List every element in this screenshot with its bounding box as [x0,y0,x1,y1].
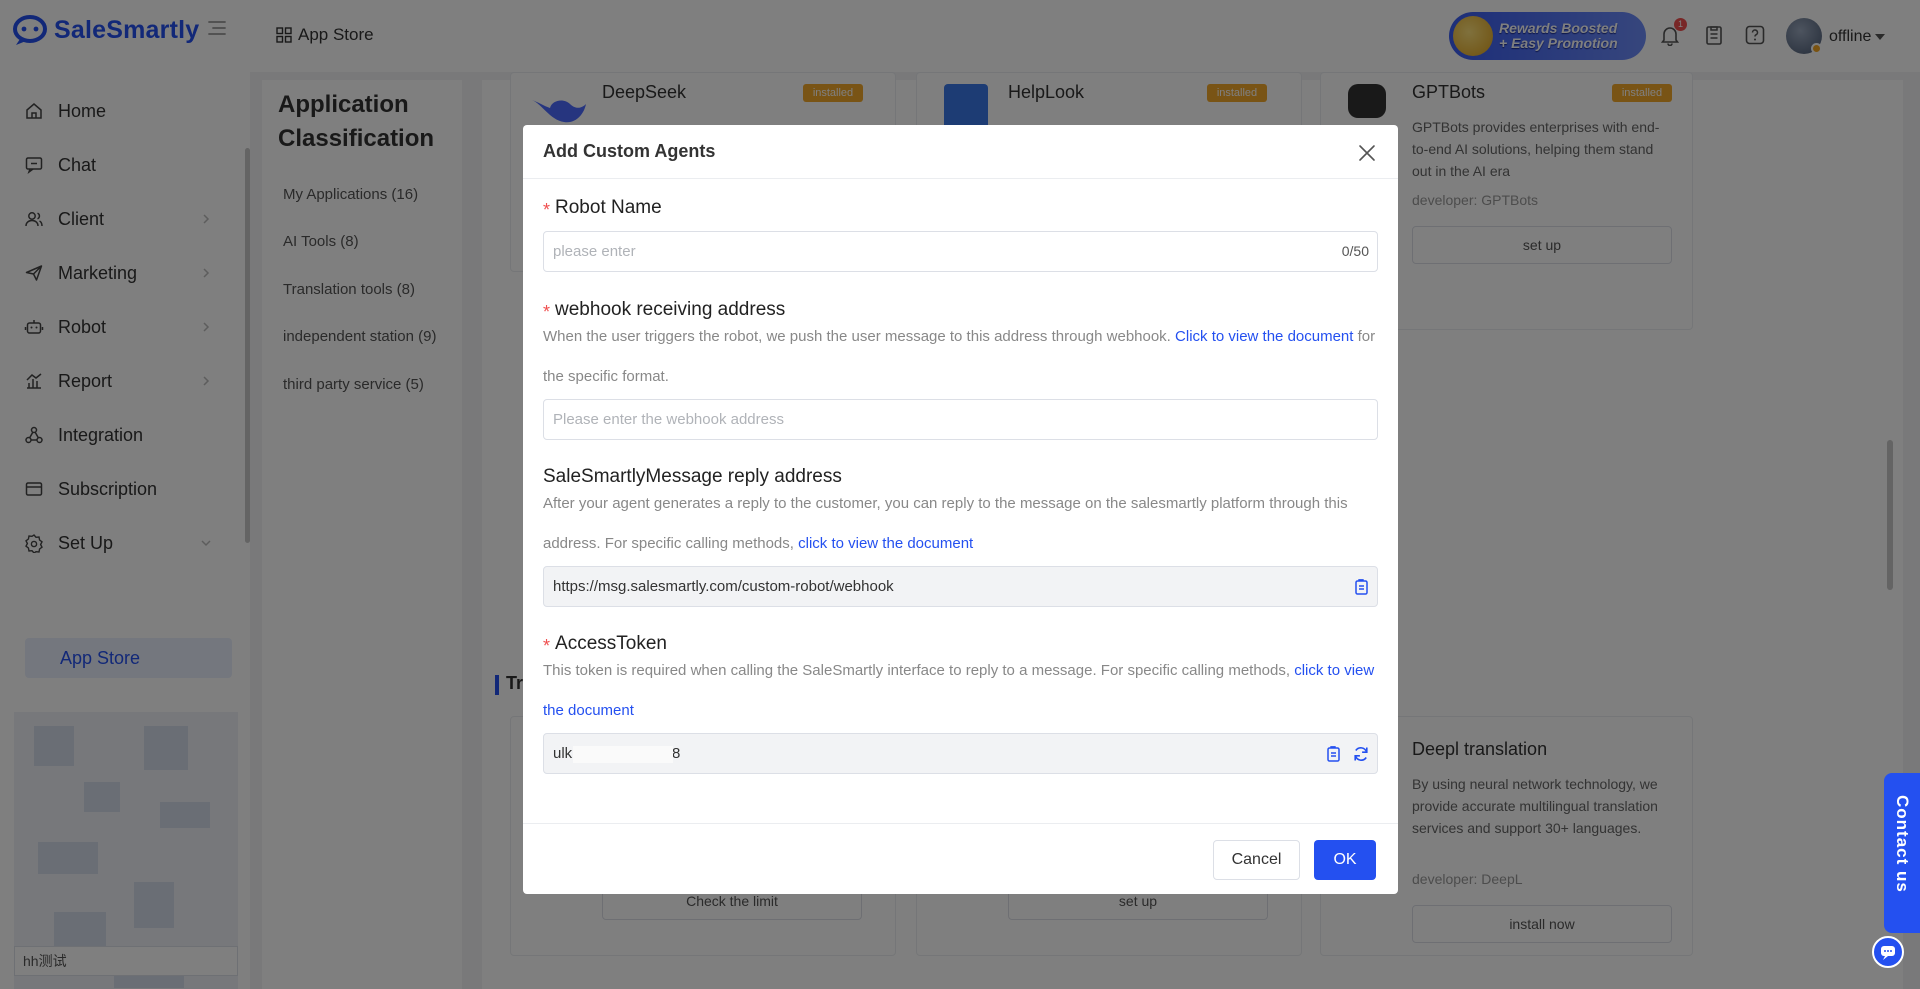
cancel-button[interactable]: Cancel [1213,840,1300,880]
copy-icon[interactable] [1352,578,1370,596]
required-marker: * [543,199,551,220]
reply-address-value: https://msg.salesmartly.com/custom-robot… [553,578,894,595]
contact-us-label: Contact us [1893,795,1912,893]
dialog-header: Add Custom Agents [523,125,1398,179]
webhook-desc-text: When the user triggers the robot, we pus… [543,328,1171,345]
webhook-input[interactable] [553,400,1253,439]
webhook-description: When the user triggers the robot, we pus… [543,317,1381,397]
webhook-doc-link[interactable]: Click to view the document [1175,328,1353,345]
chat-bubble-icon[interactable] [1872,936,1904,968]
access-token-field: ulk 8 [543,733,1378,774]
access-token-value-suffix: 8 [672,745,681,762]
ok-button[interactable]: OK [1314,840,1376,880]
robot-name-field[interactable]: 0/50 [543,231,1378,272]
access-token-value-prefix: ulk [553,745,573,762]
chat-bubble-glyph-icon [1881,946,1895,960]
char-counter: 0/50 [1341,243,1369,259]
copy-icon[interactable] [1324,745,1342,763]
refresh-icon[interactable] [1352,745,1370,763]
token-desc-text: This token is required when calling the … [543,662,1291,679]
reply-address-field: https://msg.salesmartly.com/custom-robot… [543,566,1378,607]
webhook-field[interactable] [543,399,1378,440]
robot-name-label-text: Robot Name [555,197,662,218]
dialog-footer: Cancel OK [523,823,1398,894]
add-custom-agents-dialog: Add Custom Agents * Robot Name 0/50 * we… [523,125,1398,894]
close-icon[interactable] [1358,144,1376,162]
robot-name-label: * Robot Name [543,197,662,220]
reply-doc-link[interactable]: click to view the document [798,535,973,552]
robot-name-input[interactable] [553,232,1253,271]
reply-address-description: After your agent generates a reply to th… [543,484,1381,564]
token-mask [573,746,673,763]
dialog-title: Add Custom Agents [543,141,716,161]
access-token-description: This token is required when calling the … [543,651,1381,731]
